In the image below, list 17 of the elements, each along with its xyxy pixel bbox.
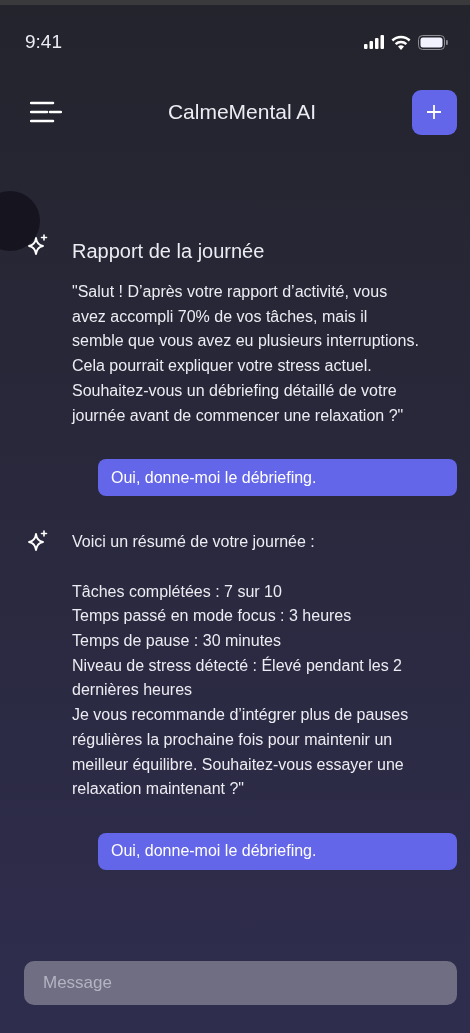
sparkle-icon	[27, 530, 49, 553]
message-text: "Salut ! D’après votre rapport d’activité, vous avez accompli 70% de vos tâches, mais il semble que vous avez eu plusieurs interruptions. Cela pourrait expliquer votre stress actuel. Souhaitez-vous un débriefing détaillé de votre journée avant de commencer une relaxation ?"	[72, 282, 420, 426]
signal-icon	[364, 35, 384, 49]
app-title: CalmeMental AI	[167, 99, 317, 126]
user-message: Oui, donne-moi le débriefing.	[98, 459, 457, 497]
status-time: 9:41	[25, 29, 62, 54]
user-message: Oui, donne-moi le débriefing.	[98, 832, 457, 870]
battery-icon	[418, 34, 448, 50]
sparkle-icon	[27, 234, 49, 256]
plus-icon	[427, 105, 442, 119]
menu-icon[interactable]	[30, 100, 62, 124]
message-field[interactable]: Message	[24, 961, 457, 1005]
wifi-icon	[391, 34, 411, 50]
new-chat-button[interactable]	[412, 89, 457, 135]
message-text: Voici un résumé de votre journée :	[72, 532, 316, 553]
message-text: Tâches complétées : 7 sur 10 Temps passé en mode focus : 3 heures Temps de pause : 30 minutes Niveau de stress détecté : Élevé pendant les 2 dernières heures Je vous recommande d’intégrer plus de pauses régulières la prochaine fois pour maintenir un meilleur équilibre. Souhaitez-vous essayer une relaxation maintenant ?"	[72, 581, 410, 800]
message-title: Rapport de la journée	[72, 239, 266, 264]
